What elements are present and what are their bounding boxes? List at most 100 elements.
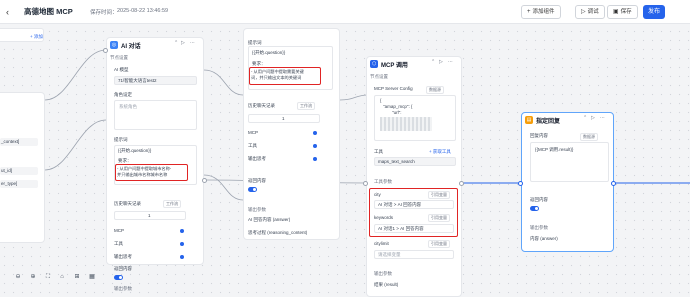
connection-port[interactable] (363, 181, 368, 186)
play-icon[interactable]: ▷ (591, 115, 595, 121)
output-section: 输出参数 (248, 207, 266, 212)
zoom-in-icon[interactable]: ⊕ (29, 273, 37, 281)
section-label: 节点设置 (370, 74, 388, 79)
get-tools-label: 获取工具 (432, 149, 451, 154)
debug-button[interactable]: ▷ 调试 (575, 5, 605, 19)
connection-port[interactable] (103, 48, 108, 53)
reasoning-toggle[interactable] (180, 255, 184, 259)
history-mode[interactable]: 工作流 (163, 200, 181, 208)
play-icon[interactable]: ▷ (181, 40, 185, 46)
history-count: 1 (148, 213, 151, 218)
collapse-icon[interactable]: ⌃ (583, 115, 587, 121)
lock-icon[interactable]: ⌂ (58, 273, 66, 281)
zoom-out-icon[interactable]: ⊖ (14, 273, 22, 281)
prompt-var: {{开始.question}} (252, 50, 286, 55)
output-section: 输出参数 (530, 225, 548, 230)
connection-port[interactable] (518, 181, 523, 186)
tools-label: 工具 (114, 241, 123, 246)
save-icon: ▣ (613, 9, 619, 15)
content-label: 回复内容 (530, 133, 548, 138)
content-value: {{MCP 调用.result}} (535, 147, 574, 152)
history-label: 历史聊天记录 (248, 103, 275, 108)
return-toggle[interactable] (248, 187, 257, 192)
collapse-icon[interactable]: ⌃ (431, 59, 435, 65)
params-label: 工具参数 (374, 179, 392, 184)
mcp-label: MCP (248, 130, 258, 135)
city-label: city (374, 192, 381, 197)
return-label: 返回内容 (530, 197, 548, 202)
mcp-toggle[interactable] (180, 229, 184, 233)
more-icon[interactable]: ⋯ (600, 115, 605, 121)
history-count: 1 (282, 116, 285, 121)
connection-port[interactable] (459, 181, 464, 186)
chevron-left-icon[interactable]: ‹ (6, 7, 16, 17)
keywords-label: keywords (374, 215, 394, 220)
connection-port[interactable] (611, 181, 616, 186)
ai-chat-icon: ◎ (110, 41, 118, 49)
return-toggle[interactable] (530, 206, 539, 211)
role-label: 角色设定 (114, 92, 132, 97)
publish-button[interactable]: 发布 (643, 5, 665, 19)
reasoning-label: 输出思考 (114, 254, 132, 259)
left-row: er_type] (0, 180, 38, 188)
save-button[interactable]: ▣ 保存 (607, 5, 638, 19)
more-icon[interactable]: ⋯ (448, 59, 453, 65)
role-placeholder: 系统角色 (119, 104, 137, 109)
tools-label: 工具 (374, 149, 383, 154)
model-label: AI 模型 (114, 67, 129, 72)
fit-view-icon[interactable]: ⛶ (44, 273, 52, 281)
return-label: 返回内容 (114, 266, 132, 271)
reasoning-toggle[interactable] (313, 157, 317, 161)
keywords-select[interactable]: AI 对话1 > AI 回答内容 (374, 224, 454, 233)
left-row: ut_id] (0, 167, 38, 175)
tools-toggle[interactable] (180, 242, 184, 246)
add-component-label: 添加组件 (532, 9, 555, 15)
reasoning-label: 输出思考 (248, 156, 266, 161)
add-link-label: 添加 (33, 34, 43, 39)
prompt-label: 提示词 (114, 137, 128, 142)
page-title: 高德地图 MCP (24, 7, 73, 16)
output-result: 结果 (result) (374, 282, 399, 287)
mcp-toggle[interactable] (313, 131, 317, 135)
citylimit-tag[interactable]: 引用变量 (428, 240, 450, 248)
more-icon[interactable]: ⋯ (190, 40, 195, 46)
json-line: "amap_mcp": { (383, 104, 413, 109)
tools-label: 工具 (248, 143, 257, 148)
model-select[interactable]: 71\智能大语言test2 (114, 76, 197, 85)
mcp-icon: ⬡ (370, 60, 378, 68)
city-select[interactable]: AI 对话 > AI 回答内容 (374, 200, 454, 209)
prompt-text: - 从用户问题中提取城市名称- 并只输出城市名称城市名称 (117, 166, 172, 177)
keywords-tag[interactable]: 引用变量 (428, 214, 450, 222)
prompt-text: - 从用户问题中提取需要关键 词，并只输出文本的关键词 (251, 69, 304, 80)
save-label: 保存 (620, 9, 632, 15)
mcp-label: MCP (114, 228, 124, 233)
grid-icon[interactable]: ⊞ (73, 273, 81, 281)
history-mode[interactable]: 工作流 (297, 102, 315, 110)
node-title: AI 对话 (121, 44, 141, 50)
city-tag[interactable]: 引用变量 (428, 191, 450, 199)
collapse-icon[interactable]: ⌃ (174, 40, 178, 46)
add-component-button[interactable]: + 添加组件 (521, 5, 561, 19)
tools-toggle[interactable] (313, 144, 317, 148)
plus-icon: + (527, 9, 531, 15)
debug-label: 调试 (587, 9, 599, 15)
section-label: 节点设置 (110, 55, 128, 60)
play-icon[interactable]: ▷ (439, 59, 443, 65)
output-answer: AI 回答内容 (answer) (248, 217, 291, 222)
left-row: _context] (0, 138, 38, 146)
add-link[interactable]: + 添加 (30, 34, 43, 40)
output-section: 输出参数 (114, 286, 132, 291)
connection-port[interactable] (202, 178, 207, 183)
tool-select[interactable]: maps_text_search (374, 157, 456, 166)
citylimit-select[interactable]: 请选择变量 (374, 250, 454, 259)
minimap-icon[interactable]: ▦ (88, 273, 96, 281)
return-label: 返回内容 (248, 178, 266, 183)
output-answer: 内容 (answer) (530, 236, 558, 241)
get-tools-link[interactable]: + 获取工具 (429, 149, 451, 155)
mcp-call-node[interactable] (366, 56, 462, 297)
content-mode[interactable]: 数据源 (580, 133, 598, 141)
output-reasoning: 思考过程 (reasoning_content) (248, 230, 308, 235)
return-toggle[interactable] (114, 275, 123, 280)
config-mode[interactable]: 数据源 (426, 86, 444, 94)
json-line: "url": (392, 110, 402, 115)
